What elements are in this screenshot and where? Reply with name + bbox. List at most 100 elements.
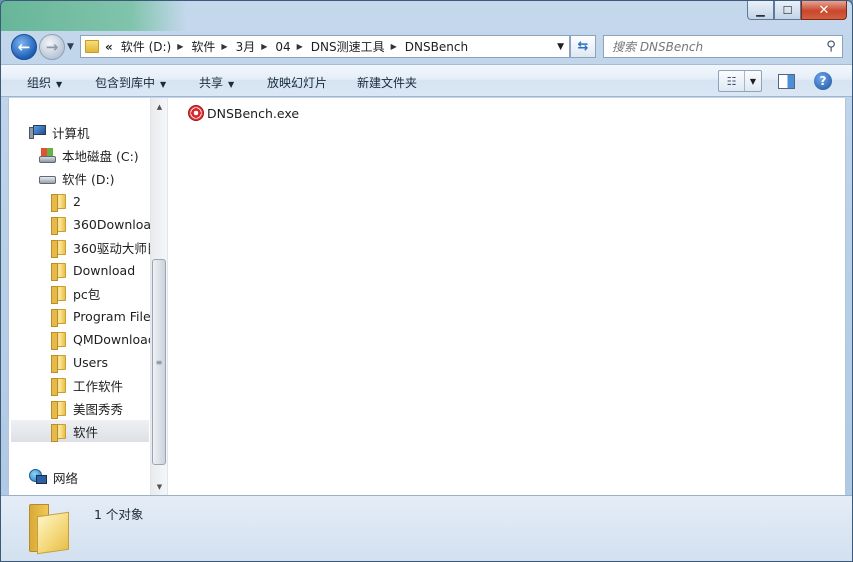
- breadcrumb-separator[interactable]: ▶: [177, 42, 183, 51]
- nav-item-folder[interactable]: 美图秀秀: [51, 397, 123, 419]
- folder-icon: [51, 239, 66, 258]
- folder-icon: [51, 285, 66, 304]
- chevron-down-icon: ▼: [228, 80, 235, 89]
- minimize-button[interactable]: ▁: [747, 1, 774, 20]
- include-in-library-menu[interactable]: 包含到库中 ▼: [95, 74, 166, 91]
- nav-item-label: 2: [73, 193, 81, 209]
- file-list-pane[interactable]: DNSBench.exe: [168, 98, 845, 495]
- scroll-thumb[interactable]: ≡: [152, 259, 166, 465]
- new-folder-button[interactable]: 新建文件夹: [357, 74, 417, 91]
- nav-item-label: 网络: [53, 470, 79, 486]
- nav-scrollbar[interactable]: ▲ ≡ ▼: [150, 98, 167, 495]
- nav-item-label: Program Files: [73, 308, 158, 324]
- large-folder-icon: [29, 504, 69, 555]
- search-input[interactable]: [612, 39, 820, 54]
- organize-menu[interactable]: 组织 ▼: [27, 74, 62, 91]
- preview-pane-button[interactable]: [778, 74, 795, 89]
- back-button[interactable]: ←: [11, 34, 37, 60]
- nav-item-label: Download: [73, 262, 136, 278]
- chevron-down-icon: ▼: [156, 482, 163, 491]
- grip-icon: ≡: [155, 357, 163, 367]
- forward-button[interactable]: →: [39, 34, 65, 60]
- drive-icon: [39, 176, 56, 184]
- help-icon: ?: [819, 74, 827, 88]
- explorer-window: ▁ ☐ ✕ ← → ▼ « 软件 (D:) ▶ 软件 ▶ 3月 ▶ 04 ▶ D…: [0, 0, 853, 562]
- breadcrumb-dns-tool[interactable]: DNS测速工具: [311, 38, 385, 55]
- folder-icon: [51, 216, 66, 235]
- nav-item-drive-d[interactable]: 软件 (D:): [39, 167, 115, 189]
- nav-item-folder[interactable]: pc包: [51, 282, 100, 304]
- network-icon: [29, 469, 47, 485]
- breadcrumb-04[interactable]: 04: [275, 40, 290, 54]
- nav-item-label: 美图秀秀: [73, 401, 124, 417]
- command-bar: 组织 ▼ 包含到库中 ▼ 共享 ▼ 放映幻灯片 新建文件夹 ☷ ▼ ?: [1, 64, 852, 97]
- nav-item-label: 本地磁盘 (C:): [62, 148, 139, 164]
- share-menu[interactable]: 共享 ▼: [199, 74, 234, 91]
- refresh-icon: ⇆: [577, 39, 589, 54]
- breadcrumb-overflow[interactable]: «: [105, 40, 113, 54]
- caption-buttons: ▁ ☐ ✕: [747, 1, 847, 20]
- nav-item-computer[interactable]: 计算机: [29, 121, 90, 143]
- arrow-right-icon: →: [45, 38, 59, 56]
- breadcrumb-separator[interactable]: ▶: [297, 42, 303, 51]
- slideshow-button[interactable]: 放映幻灯片: [267, 74, 327, 91]
- nav-item-label: 工作软件: [73, 378, 124, 394]
- breadcrumb-software[interactable]: 软件: [191, 38, 215, 55]
- minimize-icon: ▁: [756, 3, 765, 17]
- search-icon[interactable]: ⚲: [820, 39, 842, 54]
- view-options: ☷ ▼: [718, 70, 762, 92]
- maximize-icon: ☐: [782, 3, 793, 17]
- file-item-dnsbench[interactable]: DNSBench.exe: [188, 105, 299, 121]
- nav-item-folder[interactable]: Users: [51, 351, 108, 373]
- folder-icon: [51, 331, 66, 350]
- folder-icon: [51, 400, 66, 419]
- change-view-button[interactable]: ☷: [719, 71, 745, 91]
- nav-item-label: 软件 (D:): [62, 171, 115, 187]
- close-icon: ✕: [818, 2, 830, 18]
- folder-icon: [51, 354, 66, 373]
- breadcrumb-separator[interactable]: ▶: [221, 42, 227, 51]
- nav-item-network[interactable]: 网络: [29, 466, 78, 488]
- nav-item-label: 计算机: [52, 125, 90, 141]
- address-dropdown-button[interactable]: ▼: [557, 42, 564, 52]
- chevron-up-icon: ▲: [156, 102, 163, 111]
- breadcrumb-drive-d[interactable]: 软件 (D:): [121, 38, 171, 55]
- breadcrumb-separator[interactable]: ▶: [391, 42, 397, 51]
- nav-item-folder[interactable]: QMDownload: [51, 328, 156, 350]
- chevron-down-icon: ▼: [749, 76, 757, 86]
- address-bar[interactable]: « 软件 (D:) ▶ 软件 ▶ 3月 ▶ 04 ▶ DNS测速工具 ▶ DNS…: [80, 35, 570, 58]
- maximize-button[interactable]: ☐: [774, 1, 801, 20]
- view-dropdown-button[interactable]: ▼: [745, 71, 761, 91]
- item-count-status: 1 个对象: [94, 507, 144, 522]
- nav-item-folder[interactable]: 工作软件: [51, 374, 123, 396]
- nav-item-label: 软件: [73, 424, 99, 440]
- title-bar[interactable]: ▁ ☐ ✕: [1, 1, 852, 31]
- arrow-left-icon: ←: [17, 38, 31, 56]
- scroll-down-arrow[interactable]: ▼: [151, 478, 167, 495]
- nav-item-folder[interactable]: 360Downloads: [51, 213, 166, 235]
- scroll-up-arrow[interactable]: ▲: [151, 98, 167, 115]
- details-pane: 1 个对象: [1, 495, 852, 561]
- folder-icon: [51, 193, 66, 212]
- recent-pages-dropdown[interactable]: ▼: [67, 42, 74, 52]
- folder-icon: [51, 308, 66, 327]
- folder-icon: [85, 40, 99, 53]
- main-panes: 计算机 本地磁盘 (C:) 软件 (D:) 2 360Downloads 360…: [8, 98, 846, 495]
- chevron-down-icon: ▼: [67, 42, 74, 52]
- nav-item-folder[interactable]: 2: [51, 190, 81, 212]
- breadcrumb-dnsbench[interactable]: DNSBench: [405, 40, 468, 54]
- nav-item-label: pc包: [73, 286, 101, 302]
- close-button[interactable]: ✕: [801, 1, 847, 20]
- refresh-button[interactable]: ⇆: [570, 35, 596, 58]
- dnsbench-exe-icon: [188, 105, 204, 121]
- nav-item-folder[interactable]: Download: [51, 259, 135, 281]
- nav-item-drive-c[interactable]: 本地磁盘 (C:): [39, 144, 139, 166]
- breadcrumb-separator[interactable]: ▶: [261, 42, 267, 51]
- breadcrumb-march[interactable]: 3月: [236, 38, 256, 55]
- help-button[interactable]: ?: [814, 72, 832, 90]
- nav-item-folder[interactable]: Program Files: [51, 305, 157, 327]
- file-name: DNSBench.exe: [207, 105, 300, 121]
- nav-item-folder-selected[interactable]: 软件: [11, 420, 149, 442]
- search-box[interactable]: ⚲: [603, 35, 843, 58]
- system-drive-icon: [39, 147, 56, 163]
